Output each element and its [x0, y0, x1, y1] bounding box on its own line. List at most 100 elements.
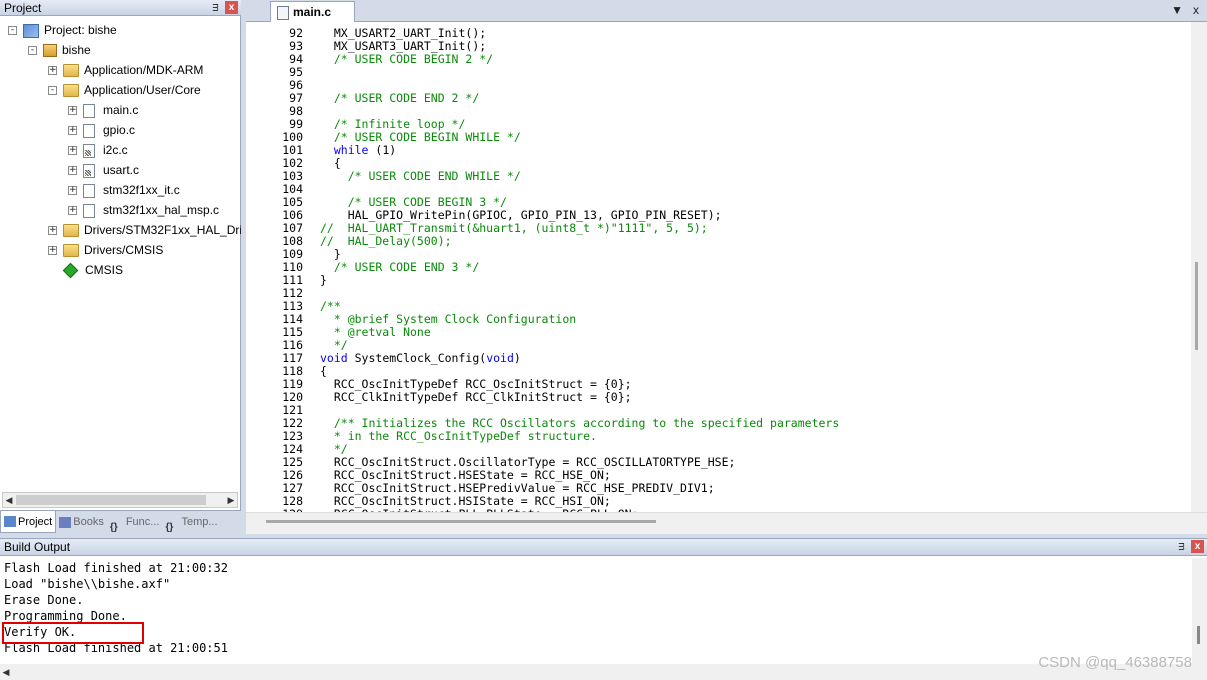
- tab-temp[interactable]: {} Temp...: [162, 511, 220, 533]
- scroll-right-icon[interactable]: ▶: [225, 493, 237, 507]
- code-token: RCC_OscInitStruct.HSIState = RCC_HSI_ON;: [320, 494, 611, 508]
- tab-label: main.c: [293, 5, 332, 19]
- file-icon: [83, 103, 95, 118]
- project-panel-tabs: Project Books {} Func... {} Temp...: [0, 510, 241, 534]
- expand-icon[interactable]: +: [48, 246, 57, 256]
- scroll-left-icon[interactable]: ◀: [0, 665, 12, 679]
- expand-icon[interactable]: +: [68, 166, 77, 176]
- code-line[interactable]: void SystemClock_Config(void): [320, 352, 521, 365]
- books-icon: [59, 516, 72, 528]
- close-icon[interactable]: x: [1191, 540, 1204, 553]
- tab-books[interactable]: Books: [56, 511, 107, 533]
- folder-icon: [63, 84, 79, 98]
- code-token: }: [320, 273, 327, 287]
- expand-icon[interactable]: +: [48, 226, 57, 236]
- build-output-text[interactable]: Flash Load finished at 21:00:32 Load "bis…: [0, 558, 1190, 664]
- collapse-icon[interactable]: -: [8, 26, 17, 36]
- code-line[interactable]: }: [320, 274, 327, 287]
- code-line[interactable]: /* USER CODE END 2 */: [320, 92, 479, 105]
- close-icon[interactable]: x: [225, 1, 238, 14]
- pin-icon[interactable]: ᴟ: [209, 1, 222, 14]
- tree-item-label: gpio.c: [103, 123, 136, 137]
- code-token: /**: [320, 299, 341, 313]
- scroll-left-icon[interactable]: ◀: [3, 493, 15, 507]
- tab-close-icon[interactable]: x: [1193, 3, 1199, 17]
- code-token: RCC_OscInitTypeDef RCC_OscInitStruct = {…: [320, 377, 632, 391]
- editor-vscrollbar[interactable]: [1191, 22, 1207, 512]
- expand-icon[interactable]: +: [68, 186, 77, 196]
- code-line[interactable]: /* USER CODE END WHILE */: [320, 170, 521, 183]
- pin-icon[interactable]: ᴟ: [1175, 540, 1188, 553]
- scroll-thumb[interactable]: [266, 520, 656, 523]
- scroll-thumb[interactable]: [1195, 262, 1198, 350]
- expand-icon[interactable]: +: [68, 146, 77, 156]
- tree-item[interactable]: - Project: bishe: [8, 20, 117, 40]
- collapse-icon[interactable]: -: [28, 46, 37, 56]
- editor-pane: main.c ▼ x 9293949596979899100101102-103…: [246, 0, 1207, 534]
- expand-icon[interactable]: +: [68, 126, 77, 136]
- code-token: /* USER CODE BEGIN WHILE */: [320, 130, 521, 144]
- code-token: RCC_OscInitStruct.HSEState = RCC_HSE_ON;: [320, 468, 611, 482]
- build-hscrollbar[interactable]: ◀: [0, 664, 1207, 680]
- code-token: void: [320, 351, 348, 365]
- project-hscrollbar[interactable]: ◀ ▶: [2, 492, 238, 508]
- code-token: (1): [368, 143, 397, 157]
- tree-item[interactable]: + i2c.c: [68, 140, 128, 160]
- code-token: /* USER CODE BEGIN 3 */: [320, 195, 507, 209]
- file-icon: [83, 203, 95, 218]
- tree-item-label: bishe: [62, 43, 91, 57]
- code-token: // HAL_Delay(500);: [320, 234, 452, 248]
- code-token: * @retval None: [320, 325, 431, 339]
- build-vscrollbar[interactable]: [1192, 558, 1207, 664]
- tab-project[interactable]: Project: [0, 511, 57, 533]
- code-area[interactable]: MX_USART2_UART_Init(); MX_USART3_UART_In…: [308, 22, 1188, 512]
- tab-main-c[interactable]: main.c: [270, 1, 355, 22]
- folder-icon: [63, 64, 79, 78]
- tree-item[interactable]: + main.c: [68, 100, 138, 120]
- tree-item[interactable]: + Drivers/STM32F1xx_HAL_Driv: [48, 220, 241, 240]
- tree-item[interactable]: - bishe: [28, 40, 91, 60]
- collapse-icon[interactable]: -: [48, 86, 57, 96]
- build-output-line: Load "bishe\\bishe.axf": [4, 577, 171, 591]
- code-token: RCC_ClkInitTypeDef RCC_ClkInitStruct = {…: [320, 390, 632, 404]
- scroll-thumb[interactable]: [1197, 626, 1200, 644]
- expand-icon[interactable]: +: [48, 66, 57, 76]
- tree-item[interactable]: + Drivers/CMSIS: [48, 240, 163, 260]
- line-number-gutter: 9293949596979899100101102-10310410510610…: [246, 22, 318, 521]
- project-tree: - Project: bishe - bishe + Application/MDK-AR…: [0, 18, 241, 490]
- tab-func[interactable]: {} Func...: [107, 511, 163, 533]
- project-panel-title: Project ᴟ x: [0, 0, 241, 16]
- tree-item[interactable]: CMSIS: [48, 260, 123, 280]
- code-line[interactable]: /* USER CODE BEGIN 2 */: [320, 53, 493, 66]
- scroll-thumb[interactable]: [16, 495, 206, 505]
- functions-icon: {}: [109, 521, 118, 533]
- code-line[interactable]: /* USER CODE END 3 */: [320, 261, 479, 274]
- code-line[interactable]: * in the RCC_OscInitTypeDef structure.: [320, 430, 597, 443]
- editor-hscrollbar[interactable]: [246, 512, 1207, 534]
- code-line[interactable]: RCC_ClkInitTypeDef RCC_ClkInitStruct = {…: [320, 391, 632, 404]
- watermark: CSDN @qq_46388758: [1038, 654, 1192, 671]
- expand-icon[interactable]: +: [68, 206, 77, 216]
- project-panel: Project ᴟ x - Project: bishe - bishe + Applic…: [0, 0, 241, 534]
- tree-item-label: Drivers/CMSIS: [84, 243, 164, 257]
- tree-item-label: Project: bishe: [44, 23, 117, 37]
- tree-item[interactable]: - Application/User/Core: [48, 80, 201, 100]
- expand-icon[interactable]: +: [68, 106, 77, 116]
- build-output-line: Flash Load finished at 21:00:32: [4, 561, 228, 575]
- build-output-panel: Build Output ᴟ x Flash Load finished at …: [0, 538, 1207, 680]
- tree-item[interactable]: + Application/MDK-ARM: [48, 60, 203, 80]
- tab-label: Books: [73, 516, 104, 528]
- tree-item[interactable]: + usart.c: [68, 160, 139, 180]
- tree-item-label: i2c.c: [103, 143, 128, 157]
- code-token: void: [486, 351, 514, 365]
- verify-ok-highlight-box: [2, 622, 144, 644]
- code-token: /* Infinite loop */: [320, 117, 466, 131]
- tree-item[interactable]: + stm32f1xx_hal_msp.c: [68, 200, 219, 220]
- tree-item[interactable]: + gpio.c: [68, 120, 135, 140]
- project-panel-title-text: Project: [4, 1, 42, 15]
- code-token: MX_USART3_UART_Init();: [320, 39, 487, 53]
- code-token: HAL_GPIO_WritePin(GPIOC, GPIO_PIN_13, GP…: [320, 208, 722, 222]
- tree-item-label: Application/MDK-ARM: [84, 63, 204, 77]
- tree-item[interactable]: + stm32f1xx_it.c: [68, 180, 180, 200]
- tab-menu-icon[interactable]: ▼: [1171, 3, 1183, 17]
